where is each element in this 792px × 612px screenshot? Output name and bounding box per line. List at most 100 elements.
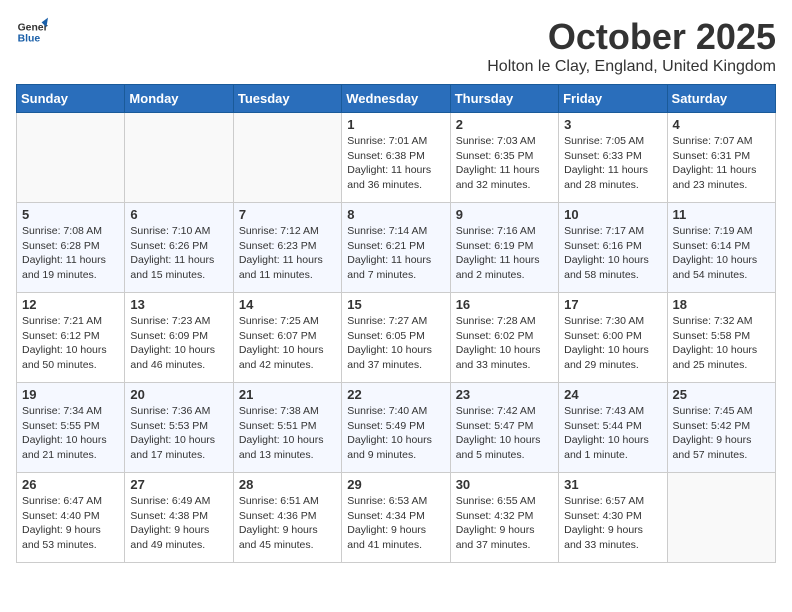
logo: General Blue — [16, 16, 48, 48]
day-number: 21 — [239, 387, 336, 402]
table-row: 8 Sunrise: 7:14 AM Sunset: 6:21 PM Daylig… — [342, 203, 450, 293]
calendar-week-5: 26 Sunrise: 6:47 AM Sunset: 4:40 PM Dayli… — [17, 473, 776, 563]
day-number: 30 — [456, 477, 553, 492]
day-info: Sunrise: 7:19 AM Sunset: 6:14 PM Dayligh… — [673, 224, 770, 283]
day-number: 4 — [673, 117, 770, 132]
day-number: 27 — [130, 477, 227, 492]
table-row: 3 Sunrise: 7:05 AM Sunset: 6:33 PM Daylig… — [559, 113, 667, 203]
day-number: 9 — [456, 207, 553, 222]
table-row: 12 Sunrise: 7:21 AM Sunset: 6:12 PM Dayli… — [17, 293, 125, 383]
day-info: Sunrise: 7:32 AM Sunset: 5:58 PM Dayligh… — [673, 314, 770, 373]
table-row: 1 Sunrise: 7:01 AM Sunset: 6:38 PM Daylig… — [342, 113, 450, 203]
day-info: Sunrise: 6:47 AM Sunset: 4:40 PM Dayligh… — [22, 494, 119, 553]
day-number: 13 — [130, 297, 227, 312]
day-info: Sunrise: 7:12 AM Sunset: 6:23 PM Dayligh… — [239, 224, 336, 283]
calendar-table: Sunday Monday Tuesday Wednesday Thursday… — [16, 84, 776, 563]
table-row: 18 Sunrise: 7:32 AM Sunset: 5:58 PM Dayli… — [667, 293, 775, 383]
table-row: 2 Sunrise: 7:03 AM Sunset: 6:35 PM Daylig… — [450, 113, 558, 203]
table-row: 15 Sunrise: 7:27 AM Sunset: 6:05 PM Dayli… — [342, 293, 450, 383]
day-number: 1 — [347, 117, 444, 132]
day-number: 2 — [456, 117, 553, 132]
day-number: 16 — [456, 297, 553, 312]
location-title: Holton le Clay, England, United Kingdom — [487, 58, 776, 76]
day-number: 14 — [239, 297, 336, 312]
day-info: Sunrise: 7:14 AM Sunset: 6:21 PM Dayligh… — [347, 224, 444, 283]
calendar-week-3: 12 Sunrise: 7:21 AM Sunset: 6:12 PM Dayli… — [17, 293, 776, 383]
calendar-week-2: 5 Sunrise: 7:08 AM Sunset: 6:28 PM Daylig… — [17, 203, 776, 293]
day-number: 24 — [564, 387, 661, 402]
table-row: 29Sunrise: 6:53 AM Sunset: 4:34 PM Dayli… — [342, 473, 450, 563]
day-info: Sunrise: 6:49 AM Sunset: 4:38 PM Dayligh… — [130, 494, 227, 553]
table-row: 14 Sunrise: 7:25 AM Sunset: 6:07 PM Dayli… — [233, 293, 341, 383]
day-info: Sunrise: 7:34 AM Sunset: 5:55 PM Dayligh… — [22, 404, 119, 463]
day-number: 6 — [130, 207, 227, 222]
day-info: Sunrise: 7:36 AM Sunset: 5:53 PM Dayligh… — [130, 404, 227, 463]
day-number: 18 — [673, 297, 770, 312]
table-row: 7Sunrise: 7:12 AM Sunset: 6:23 PM Daylig… — [233, 203, 341, 293]
table-row: 27 Sunrise: 6:49 AM Sunset: 4:38 PM Dayli… — [125, 473, 233, 563]
table-row: 21 Sunrise: 7:38 AM Sunset: 5:51 PM Dayli… — [233, 383, 341, 473]
day-number: 17 — [564, 297, 661, 312]
day-number: 22 — [347, 387, 444, 402]
table-row: 10Sunrise: 7:17 AM Sunset: 6:16 PM Dayli… — [559, 203, 667, 293]
day-number: 3 — [564, 117, 661, 132]
day-info: Sunrise: 7:21 AM Sunset: 6:12 PM Dayligh… — [22, 314, 119, 373]
table-row: 26 Sunrise: 6:47 AM Sunset: 4:40 PM Dayli… — [17, 473, 125, 563]
table-row: 9 Sunrise: 7:16 AM Sunset: 6:19 PM Daylig… — [450, 203, 558, 293]
day-info: Sunrise: 7:45 AM Sunset: 5:42 PM Dayligh… — [673, 404, 770, 463]
day-number: 31 — [564, 477, 661, 492]
day-info: Sunrise: 7:25 AM Sunset: 6:07 PM Dayligh… — [239, 314, 336, 373]
day-number: 20 — [130, 387, 227, 402]
col-sunday: Sunday — [17, 85, 125, 113]
table-row: 31 Sunrise: 6:57 AM Sunset: 4:30 PM Dayli… — [559, 473, 667, 563]
table-row: 11 Sunrise: 7:19 AM Sunset: 6:14 PM Dayli… — [667, 203, 775, 293]
table-row — [233, 113, 341, 203]
col-monday: Monday — [125, 85, 233, 113]
day-info: Sunrise: 7:05 AM Sunset: 6:33 PM Dayligh… — [564, 134, 661, 193]
day-info: Sunrise: 7:23 AM Sunset: 6:09 PM Dayligh… — [130, 314, 227, 373]
day-info: Sunrise: 6:51 AM Sunset: 4:36 PM Dayligh… — [239, 494, 336, 553]
month-title: October 2025 — [487, 16, 776, 58]
calendar-week-4: 19 Sunrise: 7:34 AM Sunset: 5:55 PM Dayli… — [17, 383, 776, 473]
day-info: Sunrise: 6:57 AM Sunset: 4:30 PM Dayligh… — [564, 494, 661, 553]
day-info: Sunrise: 7:27 AM Sunset: 6:05 PM Dayligh… — [347, 314, 444, 373]
col-saturday: Saturday — [667, 85, 775, 113]
table-row: 17 Sunrise: 7:30 AM Sunset: 6:00 PM Dayli… — [559, 293, 667, 383]
day-info: Sunrise: 7:08 AM Sunset: 6:28 PM Dayligh… — [22, 224, 119, 283]
day-number: 11 — [673, 207, 770, 222]
col-thursday: Thursday — [450, 85, 558, 113]
day-number: 26 — [22, 477, 119, 492]
svg-text:Blue: Blue — [18, 34, 41, 45]
day-number: 12 — [22, 297, 119, 312]
day-number: 15 — [347, 297, 444, 312]
day-number: 19 — [22, 387, 119, 402]
day-number: 8 — [347, 207, 444, 222]
day-number: 23 — [456, 387, 553, 402]
day-number: 5 — [22, 207, 119, 222]
table-row: 23Sunrise: 7:42 AM Sunset: 5:47 PM Dayli… — [450, 383, 558, 473]
col-friday: Friday — [559, 85, 667, 113]
calendar-week-1: 1 Sunrise: 7:01 AM Sunset: 6:38 PM Daylig… — [17, 113, 776, 203]
col-wednesday: Wednesday — [342, 85, 450, 113]
table-row: 4Sunrise: 7:07 AM Sunset: 6:31 PM Daylig… — [667, 113, 775, 203]
day-info: Sunrise: 7:28 AM Sunset: 6:02 PM Dayligh… — [456, 314, 553, 373]
day-info: Sunrise: 7:38 AM Sunset: 5:51 PM Dayligh… — [239, 404, 336, 463]
day-info: Sunrise: 7:01 AM Sunset: 6:38 PM Dayligh… — [347, 134, 444, 193]
day-info: Sunrise: 7:43 AM Sunset: 5:44 PM Dayligh… — [564, 404, 661, 463]
table-row: 5 Sunrise: 7:08 AM Sunset: 6:28 PM Daylig… — [17, 203, 125, 293]
table-row: 25 Sunrise: 7:45 AM Sunset: 5:42 PM Dayli… — [667, 383, 775, 473]
table-row — [125, 113, 233, 203]
table-row: 19 Sunrise: 7:34 AM Sunset: 5:55 PM Dayli… — [17, 383, 125, 473]
day-info: Sunrise: 7:10 AM Sunset: 6:26 PM Dayligh… — [130, 224, 227, 283]
day-info: Sunrise: 7:03 AM Sunset: 6:35 PM Dayligh… — [456, 134, 553, 193]
day-number: 25 — [673, 387, 770, 402]
logo-icon: General Blue — [16, 16, 48, 48]
page-header: General Blue October 2025 Holton le Clay… — [16, 16, 776, 76]
day-number: 28 — [239, 477, 336, 492]
day-info: Sunrise: 7:16 AM Sunset: 6:19 PM Dayligh… — [456, 224, 553, 283]
table-row: 24 Sunrise: 7:43 AM Sunset: 5:44 PM Dayli… — [559, 383, 667, 473]
table-row: 13 Sunrise: 7:23 AM Sunset: 6:09 PM Dayli… — [125, 293, 233, 383]
day-info: Sunrise: 7:30 AM Sunset: 6:00 PM Dayligh… — [564, 314, 661, 373]
header-row: Sunday Monday Tuesday Wednesday Thursday… — [17, 85, 776, 113]
day-info: Sunrise: 6:55 AM Sunset: 4:32 PM Dayligh… — [456, 494, 553, 553]
